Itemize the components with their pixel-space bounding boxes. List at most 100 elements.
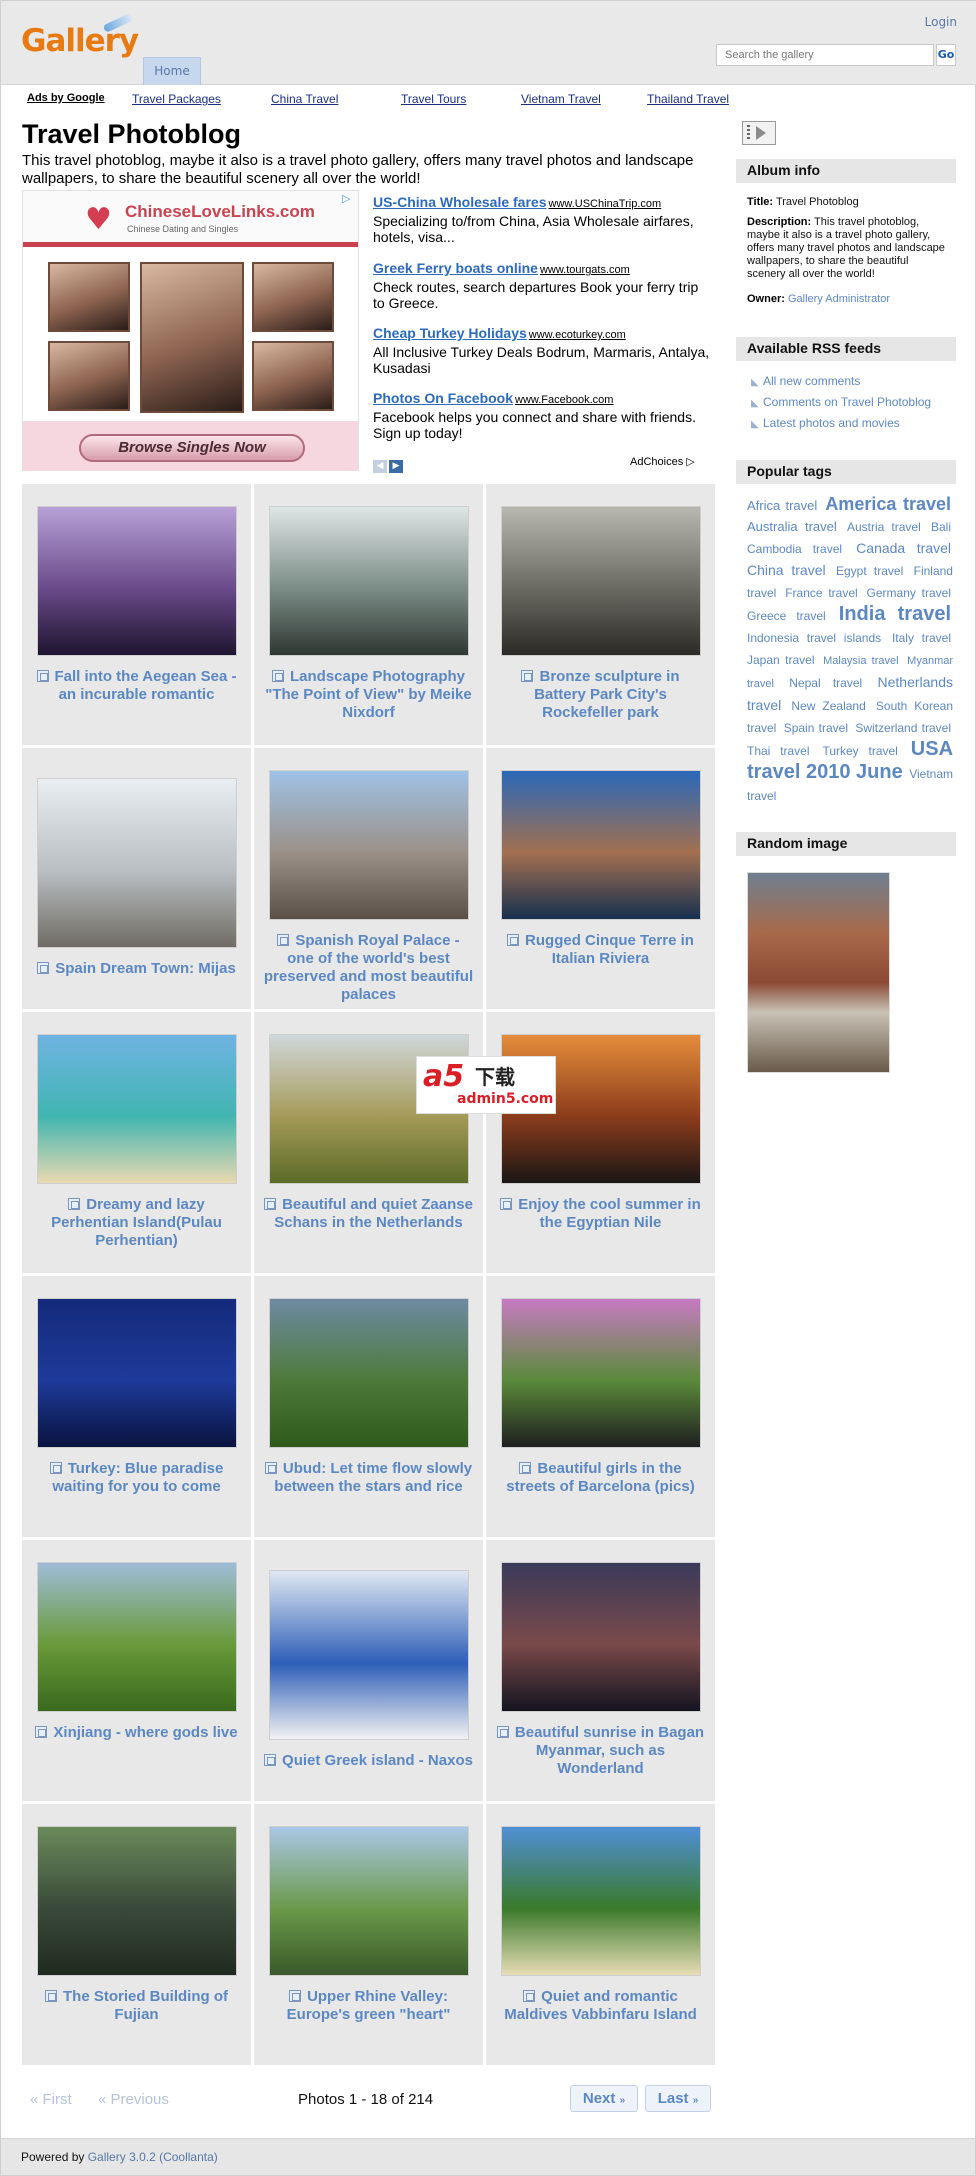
photo-caption[interactable]: Xinjiang - where gods live <box>30 1724 243 1742</box>
photo-caption[interactable]: Beautiful sunrise in Bagan Myanmar, such… <box>494 1724 707 1778</box>
tag-link[interactable]: Indonesia travel islands <box>747 631 881 645</box>
text-ad-url[interactable]: www.ecoturkey.com <box>529 329 626 341</box>
photo-caption[interactable]: Upper Rhine Valley: Europe's green "hear… <box>262 1988 475 2024</box>
tag-link[interactable]: Egypt travel <box>836 564 903 578</box>
owner-link[interactable]: Gallery Administrator <box>788 293 890 305</box>
photo-thumbnail[interactable] <box>36 778 237 948</box>
photo-cell[interactable]: The Storied Building of Fujian <box>22 1804 251 2065</box>
photo-caption[interactable]: Landscape Photography "The Point of View… <box>262 668 475 722</box>
tag-link[interactable]: Africa travel <box>747 498 817 513</box>
tag-link[interactable]: Turkey travel <box>822 744 897 758</box>
photo-thumbnail[interactable] <box>36 1826 237 1976</box>
photo-caption[interactable]: Quiet and romantic Maldives Vabbinfaru I… <box>494 1988 707 2024</box>
ads-by-google-label[interactable]: Ads by Google <box>27 92 105 104</box>
photo-caption-text[interactable]: Beautiful sunrise in Bagan Myanmar, such… <box>515 1724 704 1777</box>
ad-link[interactable]: China Travel <box>271 92 338 106</box>
photo-caption[interactable]: Turkey: Blue paradise waiting for you to… <box>30 1460 243 1496</box>
text-ad[interactable]: US-China Wholesale fares www.USChinaTrip.… <box>373 194 713 245</box>
footer-gallery-link[interactable]: Gallery 3.0.2 (Coollanta) <box>88 2150 218 2164</box>
photo-caption[interactable]: Beautiful and quiet Zaanse Schans in the… <box>262 1196 475 1232</box>
photo-thumbnail[interactable] <box>268 1570 469 1740</box>
rss-feed-link[interactable]: ◣ Comments on Travel Photoblog <box>751 395 931 409</box>
text-ad-title[interactable]: Cheap Turkey Holidays <box>373 325 527 341</box>
ad-prev-icon[interactable]: ◀ <box>373 460 387 473</box>
text-ad-url[interactable]: www.USChinaTrip.com <box>549 198 662 210</box>
text-ad-title[interactable]: Greek Ferry boats online <box>373 260 538 276</box>
photo-caption[interactable]: Enjoy the cool summer in the Egyptian Ni… <box>494 1196 707 1232</box>
photo-caption-text[interactable]: Spain Dream Town: Mijas <box>55 960 236 977</box>
photo-cell[interactable]: Rugged Cinque Terre in Italian Riviera <box>486 748 715 1009</box>
tab-home[interactable]: Home <box>143 57 201 85</box>
tag-link[interactable]: Nepal travel <box>789 676 862 690</box>
photo-caption[interactable]: Rugged Cinque Terre in Italian Riviera <box>494 932 707 968</box>
photo-thumbnail[interactable] <box>36 506 237 656</box>
last-page-button[interactable]: Last » <box>645 2085 711 2112</box>
text-ad-title[interactable]: US-China Wholesale fares <box>373 194 547 210</box>
photo-cell[interactable]: Turkey: Blue paradise waiting for you to… <box>22 1276 251 1537</box>
photo-caption-text[interactable]: Enjoy the cool summer in the Egyptian Ni… <box>518 1196 701 1231</box>
photo-thumbnail[interactable] <box>500 1562 701 1712</box>
photo-cell[interactable]: Upper Rhine Valley: Europe's green "hear… <box>254 1804 483 2065</box>
text-ad-url[interactable]: www.Facebook.com <box>515 394 613 406</box>
photo-thumbnail[interactable] <box>36 1034 237 1184</box>
photo-caption[interactable]: Spain Dream Town: Mijas <box>30 960 243 978</box>
adchoices-icon[interactable]: ▷ <box>342 193 356 205</box>
tag-link[interactable]: America travel <box>825 494 951 514</box>
photo-caption-text[interactable]: Landscape Photography "The Point of View… <box>265 668 471 721</box>
tag-link[interactable]: Cambodia travel <box>747 542 842 556</box>
tag-link[interactable]: China travel <box>747 562 826 578</box>
photo-caption-text[interactable]: Bronze sculpture in Battery Park City's … <box>534 668 679 721</box>
photo-cell[interactable]: Beautiful girls in the streets of Barcel… <box>486 1276 715 1537</box>
photo-thumbnail[interactable] <box>36 1298 237 1448</box>
photo-caption-text[interactable]: Fall into the Aegean Sea - an incurable … <box>55 668 237 703</box>
text-ad-title[interactable]: Photos On Facebook <box>373 390 513 406</box>
photo-caption-text[interactable]: Ubud: Let time flow slowly between the s… <box>274 1460 472 1495</box>
text-ad[interactable]: Photos On Facebook www.Facebook.com Faceb… <box>373 390 713 441</box>
slideshow-icon[interactable] <box>742 121 776 145</box>
photo-caption[interactable]: Fall into the Aegean Sea - an incurable … <box>30 668 243 704</box>
tag-link[interactable]: India travel <box>839 603 951 625</box>
tag-link[interactable]: Greece travel <box>747 609 826 623</box>
photo-caption[interactable]: Quiet Greek island - Naxos <box>262 1752 475 1770</box>
photo-cell[interactable]: Dreamy and lazy Perhentian Island(Pulau … <box>22 1012 251 1273</box>
photo-caption-text[interactable]: Spanish Royal Palace - one of the world'… <box>264 932 473 1003</box>
adchoices-label[interactable]: AdChoices ▷ <box>630 455 695 468</box>
tag-link[interactable]: Switzerland travel <box>855 721 951 735</box>
photo-thumbnail[interactable] <box>268 1298 469 1448</box>
photo-cell[interactable]: Quiet Greek island - Naxos <box>254 1540 483 1801</box>
tag-link[interactable]: Austria travel <box>847 520 921 534</box>
photo-cell[interactable]: Ubud: Let time flow slowly between the s… <box>254 1276 483 1537</box>
photo-thumbnail[interactable] <box>500 770 701 920</box>
tag-link[interactable]: Malaysia travel <box>823 655 899 667</box>
browse-singles-button[interactable]: Browse Singles Now <box>79 434 305 462</box>
photo-cell[interactable]: Quiet and romantic Maldives Vabbinfaru I… <box>486 1804 715 2065</box>
search-input[interactable] <box>716 44 934 66</box>
rss-feed-link[interactable]: ◣ All new comments <box>751 374 860 388</box>
photo-thumbnail[interactable] <box>500 506 701 656</box>
login-link[interactable]: Login <box>925 15 957 29</box>
tag-link[interactable]: Spain travel <box>784 721 848 735</box>
ad-link[interactable]: Thailand Travel <box>647 92 729 106</box>
photo-cell[interactable]: Beautiful sunrise in Bagan Myanmar, such… <box>486 1540 715 1801</box>
tag-link[interactable]: New Zealand <box>791 699 865 713</box>
ad-link[interactable]: Vietnam Travel <box>521 92 601 106</box>
photo-caption-text[interactable]: Rugged Cinque Terre in Italian Riviera <box>525 932 694 967</box>
photo-caption-text[interactable]: Beautiful and quiet Zaanse Schans in the… <box>274 1196 473 1231</box>
search-go-button[interactable]: Go <box>936 44 956 66</box>
photo-caption-text[interactable]: The Storied Building of Fujian <box>63 1988 228 2023</box>
photo-caption-text[interactable]: Beautiful girls in the streets of Barcel… <box>506 1460 694 1495</box>
next-page-button[interactable]: Next » <box>570 2085 638 2112</box>
photo-cell[interactable]: Landscape Photography "The Point of View… <box>254 484 483 745</box>
photo-caption[interactable]: The Storied Building of Fujian <box>30 1988 243 2024</box>
gallery-logo[interactable]: Gallery <box>21 13 139 59</box>
photo-cell[interactable]: Spanish Royal Palace - one of the world'… <box>254 748 483 1009</box>
photo-caption[interactable]: Bronze sculpture in Battery Park City's … <box>494 668 707 722</box>
tag-link[interactable]: Canada travel <box>856 540 951 556</box>
photo-thumbnail[interactable] <box>500 1826 701 1976</box>
tag-link[interactable]: France travel <box>785 586 857 600</box>
tag-link[interactable]: Bali <box>931 520 951 534</box>
photo-caption-text[interactable]: Turkey: Blue paradise waiting for you to… <box>52 1460 223 1495</box>
tag-link[interactable]: Australia travel <box>747 519 837 534</box>
text-ad[interactable]: Greek Ferry boats online www.tourgats.com… <box>373 260 713 311</box>
text-ad[interactable]: Cheap Turkey Holidays www.ecoturkey.com A… <box>373 325 713 376</box>
